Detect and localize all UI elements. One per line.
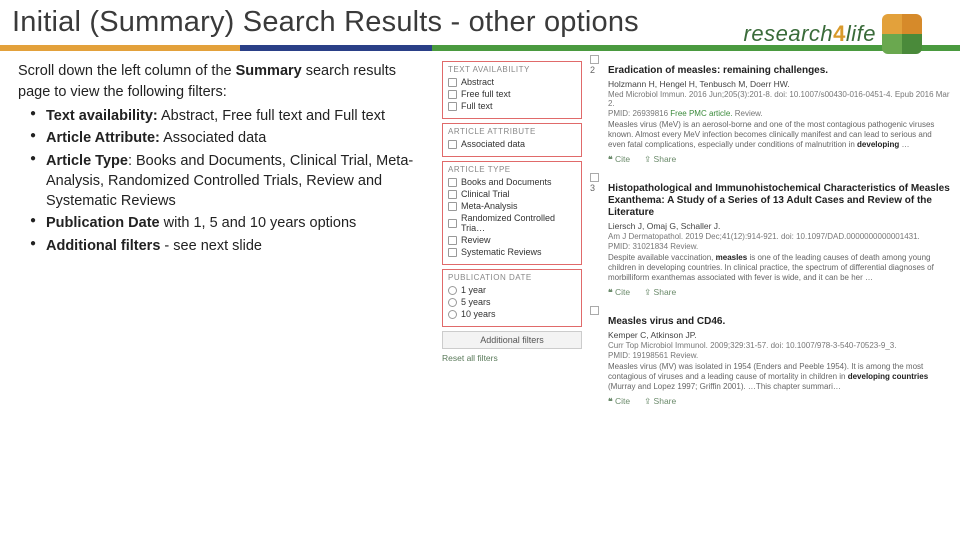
checkbox-icon[interactable] — [448, 90, 457, 99]
brand-text-2: 4 — [833, 21, 846, 46]
result-meta: PMID: 26939816 Free PMC article. Review. — [608, 109, 950, 118]
description-text: Scroll down the left column of the Summa… — [18, 61, 430, 407]
filter-option[interactable]: 1 year — [448, 285, 576, 295]
result-title[interactable]: Eradication of measles: remaining challe… — [608, 65, 950, 77]
result-snippet: Measles virus (MV) was isolated in 1954 … — [608, 362, 950, 392]
filter-option-label: 10 years — [461, 309, 496, 319]
checkbox-icon[interactable] — [448, 78, 457, 87]
filter-group: TEXT AVAILABILITY Abstract Free full text F… — [442, 61, 582, 119]
result-checkbox[interactable] — [590, 55, 599, 64]
cite-button[interactable]: ❝ Cite — [608, 287, 630, 298]
cite-button[interactable]: ❝ Cite — [608, 154, 630, 165]
filter-option[interactable]: Abstract — [448, 77, 576, 87]
filter-option-label: Meta-Analysis — [461, 201, 518, 211]
radio-icon[interactable] — [448, 298, 457, 307]
radio-icon[interactable] — [448, 310, 457, 319]
filter-option[interactable]: Randomized Controlled Tria… — [448, 213, 576, 233]
filter-group-head: ARTICLE ATTRIBUTE — [448, 127, 576, 136]
bullet-item: Article Type: Books and Documents, Clini… — [30, 151, 430, 212]
bullet-item: Text availability: Abstract, Free full t… — [30, 106, 430, 126]
filter-option-label: Randomized Controlled Tria… — [461, 213, 576, 233]
result-title[interactable]: Measles virus and CD46. — [608, 316, 950, 328]
result-index: 3 — [590, 183, 595, 193]
result-title[interactable]: Histopathological and Immunohistochemica… — [608, 183, 950, 219]
filter-option-label: Free full text — [461, 89, 511, 99]
result-actions: ❝ Cite ⇪ Share — [608, 396, 950, 407]
filter-option-label: 5 years — [461, 297, 491, 307]
result-citation: Am J Dermatopathol. 2019 Dec;41(12):914-… — [608, 232, 950, 241]
result-item: Measles virus and CD46. Kemper C, Atkinso… — [590, 316, 950, 407]
share-button[interactable]: ⇪ Share — [644, 154, 676, 165]
result-citation: Med Microbiol Immun. 2016 Jun;205(3):201… — [608, 90, 950, 108]
share-button[interactable]: ⇪ Share — [644, 287, 676, 298]
result-citation: Curr Top Microbiol Immunol. 2009;329:31-… — [608, 341, 950, 350]
filter-option[interactable]: Review — [448, 235, 576, 245]
cite-button[interactable]: ❝ Cite — [608, 396, 630, 407]
result-item: 3 Histopathological and Immunohistochemic… — [590, 183, 950, 298]
result-meta: PMID: 31021834 Review. — [608, 242, 950, 251]
result-authors: Kemper C, Atkinson JP. — [608, 330, 950, 340]
bullet-item: Additional filters - see next slide — [30, 236, 430, 256]
filter-option[interactable]: Books and Documents — [448, 177, 576, 187]
additional-filters-button[interactable]: Additional filters — [442, 331, 582, 349]
brand-logo: research4life — [744, 14, 922, 54]
checkbox-icon[interactable] — [448, 178, 457, 187]
result-actions: ❝ Cite ⇪ Share — [608, 154, 950, 165]
bullet-item: Publication Date with 1, 5 and 10 years … — [30, 213, 430, 233]
result-item: 2 Eradication of measles: remaining chall… — [590, 65, 950, 165]
filter-group: ARTICLE TYPE Books and Documents Clinical … — [442, 161, 582, 265]
result-checkbox[interactable] — [590, 173, 599, 182]
filter-panel: TEXT AVAILABILITY Abstract Free full text F… — [442, 61, 582, 407]
intro-bold: Summary — [236, 63, 302, 79]
checkbox-icon[interactable] — [448, 190, 457, 199]
filter-option-label: Associated data — [461, 139, 525, 149]
intro-pre: Scroll down the left column of the — [18, 63, 236, 79]
filter-group: ARTICLE ATTRIBUTE Associated data — [442, 123, 582, 157]
brand-icon — [882, 14, 922, 54]
share-button[interactable]: ⇪ Share — [644, 396, 676, 407]
filter-option[interactable]: 5 years — [448, 297, 576, 307]
filter-group-head: TEXT AVAILABILITY — [448, 65, 576, 74]
checkbox-icon[interactable] — [448, 102, 457, 111]
filter-option-label: 1 year — [461, 285, 486, 295]
result-index: 2 — [590, 65, 595, 75]
result-authors: Liersch J, Omaj G, Schaller J. — [608, 221, 950, 231]
result-actions: ❝ Cite ⇪ Share — [608, 287, 950, 298]
checkbox-icon[interactable] — [448, 219, 457, 228]
result-checkbox[interactable] — [590, 306, 599, 315]
filter-option-label: Abstract — [461, 77, 494, 87]
filter-option-label: Review — [461, 235, 491, 245]
checkbox-icon[interactable] — [448, 248, 457, 257]
filter-option-label: Full text — [461, 101, 493, 111]
filter-option[interactable]: Full text — [448, 101, 576, 111]
filter-option-label: Books and Documents — [461, 177, 552, 187]
reset-filters-link[interactable]: Reset all filters — [442, 353, 582, 363]
result-snippet: Despite available vaccination, measles i… — [608, 253, 950, 283]
result-snippet: Measles virus (MeV) is an aerosol-borne … — [608, 120, 950, 150]
brand-text-1: research — [744, 21, 834, 46]
result-meta: PMID: 19198561 Review. — [608, 351, 950, 360]
checkbox-icon[interactable] — [448, 202, 457, 211]
checkbox-icon[interactable] — [448, 140, 457, 149]
filter-option[interactable]: Meta-Analysis — [448, 201, 576, 211]
filter-option-label: Systematic Reviews — [461, 247, 542, 257]
result-authors: Holzmann H, Hengel H, Tenbusch M, Doerr … — [608, 79, 950, 89]
brand-text: research4life — [744, 21, 876, 47]
filter-option[interactable]: Systematic Reviews — [448, 247, 576, 257]
filter-option[interactable]: Clinical Trial — [448, 189, 576, 199]
filter-group-head: PUBLICATION DATE — [448, 273, 576, 282]
radio-icon[interactable] — [448, 286, 457, 295]
checkbox-icon[interactable] — [448, 236, 457, 245]
filter-option[interactable]: Free full text — [448, 89, 576, 99]
bullet-item: Article Attribute: Associated data — [30, 128, 430, 148]
filter-option-label: Clinical Trial — [461, 189, 510, 199]
brand-text-3: life — [846, 21, 876, 46]
results-list: 2 Eradication of measles: remaining chall… — [590, 61, 950, 407]
filter-option[interactable]: Associated data — [448, 139, 576, 149]
filter-group-head: ARTICLE TYPE — [448, 165, 576, 174]
filter-option[interactable]: 10 years — [448, 309, 576, 319]
filter-group: PUBLICATION DATE 1 year 5 years 10 years — [442, 269, 582, 327]
